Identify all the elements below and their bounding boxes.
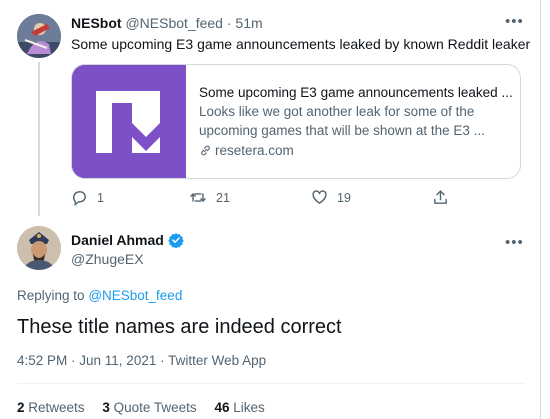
quotes-label[interactable]: Quote Tweets <box>114 400 197 415</box>
main-author-handle[interactable]: @ZhugeEX <box>71 250 144 268</box>
main-more-button[interactable]: ••• <box>505 234 524 251</box>
parent-author-name[interactable]: NESbot <box>71 15 122 31</box>
replying-to-line: Replying to @NESbot_feed <box>17 287 182 305</box>
card-thumbnail <box>72 65 186 178</box>
parent-tweet-time[interactable]: 51m <box>235 15 262 31</box>
replying-to-link[interactable]: @NESbot_feed <box>88 288 182 303</box>
tweet-thread: NESbot @NESbot_feed · 51m ••• Some upcom… <box>0 0 540 419</box>
meta-separator: · <box>226 15 232 31</box>
more-icon: ••• <box>505 13 524 30</box>
thread-connector-line <box>38 62 40 216</box>
nesbot-avatar[interactable] <box>17 14 61 58</box>
quotes-count[interactable]: 3 <box>102 400 110 415</box>
divider <box>17 383 525 384</box>
parent-more-button[interactable]: ••• <box>505 13 524 30</box>
like-count: 19 <box>337 190 351 205</box>
replying-prefix: Replying to <box>17 288 85 303</box>
reply-icon <box>73 191 86 206</box>
card-description-line2: upcoming games that will be shown at the… <box>199 123 485 138</box>
likes-label[interactable]: Likes <box>233 400 265 415</box>
reply-button[interactable]: 1 <box>71 189 104 206</box>
retweets-label[interactable]: Retweets <box>28 400 84 415</box>
link-icon <box>201 145 210 156</box>
link-preview-card[interactable]: Some upcoming E3 game announcements leak… <box>71 64 521 179</box>
parent-tweet-text: Some upcoming E3 game announcements leak… <box>71 36 531 52</box>
card-title: Some upcoming E3 game announcements leak… <box>199 85 513 100</box>
parent-author-handle[interactable]: @NESbot_feed <box>125 15 223 31</box>
card-body: Some upcoming E3 game announcements leak… <box>199 83 513 160</box>
column-border <box>540 0 541 419</box>
engagement-stats: 2 Retweets 3 Quote Tweets 46 Likes <box>17 399 279 417</box>
daniel-ahmad-avatar[interactable] <box>17 226 61 270</box>
main-author-name[interactable]: Daniel Ahmad <box>71 231 164 249</box>
main-tweet-text: These title names are indeed correct <box>17 316 342 338</box>
reply-count: 1 <box>97 190 104 205</box>
card-domain-row: resetera.com <box>199 141 509 160</box>
share-button[interactable] <box>432 189 449 206</box>
parent-action-bar: 1 21 19 <box>71 189 521 209</box>
retweet-count: 21 <box>216 190 230 205</box>
tweet-timestamp[interactable]: 4:52 PM · Jun 11, 2021 · Twitter Web App <box>17 352 266 370</box>
like-button[interactable]: 19 <box>311 189 351 206</box>
retweet-icon <box>190 193 206 202</box>
retweets-count[interactable]: 2 <box>17 400 25 415</box>
main-author-name-row: Daniel Ahmad <box>71 231 184 249</box>
verified-badge-icon <box>168 233 184 248</box>
card-domain: resetera.com <box>215 143 294 158</box>
heart-icon <box>312 190 327 204</box>
likes-count[interactable]: 46 <box>214 400 229 415</box>
parent-tweet-header: NESbot @NESbot_feed · 51m <box>71 14 263 33</box>
more-icon: ••• <box>505 234 524 251</box>
card-description-line1: Looks like we got another leak for some … <box>199 104 475 119</box>
share-icon <box>434 190 447 204</box>
retweet-button[interactable]: 21 <box>189 189 230 206</box>
